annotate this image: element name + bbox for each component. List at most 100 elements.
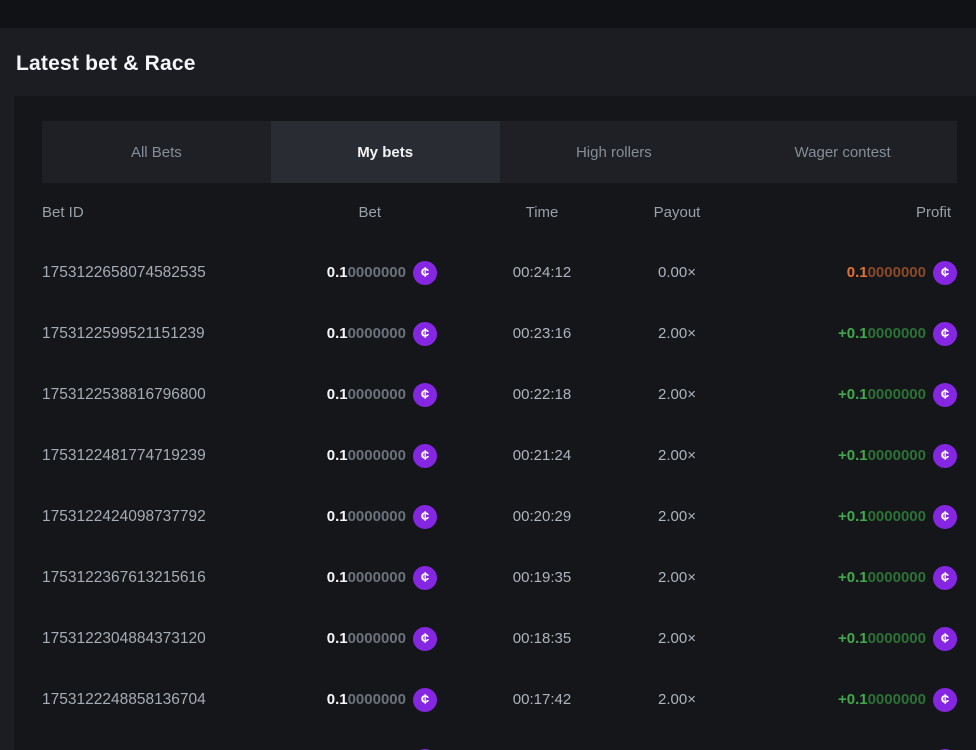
table-row[interactable]: 1753122658074582535 0.10000000 ¢ 00:24:1… — [42, 242, 957, 303]
table-row[interactable]: 1753122304884373120 0.10000000 ¢ 00:18:3… — [42, 608, 957, 669]
profit-cell: +0.10000000 ¢ — [707, 444, 957, 468]
bet-id-cell: 1753122538816796800 — [42, 386, 257, 404]
time-cell: 00:17:42 — [437, 691, 647, 708]
table-row[interactable]: 1753122190476791936 0.10000000 ¢ 00:16:4… — [42, 730, 957, 750]
tab-all-bets-label: All Bets — [131, 144, 182, 161]
bet-amount-cell: 0.10000000 ¢ — [257, 383, 437, 407]
payout-cell: 2.00× — [647, 691, 707, 708]
latest-bets-panel: All Bets My bets High rollers Wager cont… — [14, 96, 976, 750]
payout-cell: 2.00× — [647, 447, 707, 464]
time-cell: 00:24:12 — [437, 264, 647, 281]
bet-amount-cell: 0.10000000 ¢ — [257, 627, 437, 651]
profit-cell: +0.10000000 ¢ — [707, 627, 957, 651]
bets-tabbar: All Bets My bets High rollers Wager cont… — [42, 121, 957, 183]
coin-icon: ¢ — [933, 688, 957, 712]
profit-amount: +0.10000000 — [838, 325, 926, 342]
bet-amount: 0.10000000 — [327, 630, 406, 647]
column-header-bet: Bet — [257, 204, 437, 221]
time-cell: 00:19:35 — [437, 569, 647, 586]
table-header-row: Bet ID Bet Time Payout Profit — [42, 183, 957, 242]
coin-icon: ¢ — [413, 261, 437, 285]
bet-amount: 0.10000000 — [327, 691, 406, 708]
payout-cell: 0.00× — [647, 264, 707, 281]
coin-icon: ¢ — [933, 322, 957, 346]
page-header: Latest bet & Race — [0, 28, 976, 96]
coin-icon: ¢ — [933, 505, 957, 529]
coin-icon: ¢ — [413, 444, 437, 468]
coin-icon: ¢ — [933, 444, 957, 468]
table-row[interactable]: 1753122538816796800 0.10000000 ¢ 00:22:1… — [42, 364, 957, 425]
coin-icon: ¢ — [933, 383, 957, 407]
bet-amount: 0.10000000 — [327, 569, 406, 586]
time-cell: 00:22:18 — [437, 386, 647, 403]
bet-amount: 0.10000000 — [327, 386, 406, 403]
profit-cell: +0.10000000 ¢ — [707, 383, 957, 407]
profit-amount: 0.10000000 — [847, 264, 926, 281]
time-cell: 00:21:24 — [437, 447, 647, 464]
payout-cell: 2.00× — [647, 508, 707, 525]
bet-amount: 0.10000000 — [327, 325, 406, 342]
table-row[interactable]: 1753122367613215616 0.10000000 ¢ 00:19:3… — [42, 547, 957, 608]
tab-all-bets[interactable]: All Bets — [42, 121, 271, 183]
time-cell: 00:23:16 — [437, 325, 647, 342]
coin-icon: ¢ — [933, 627, 957, 651]
bet-amount: 0.10000000 — [327, 447, 406, 464]
profit-amount: +0.10000000 — [838, 508, 926, 525]
bet-id-cell: 1753122248858136704 — [42, 691, 257, 709]
payout-cell: 2.00× — [647, 386, 707, 403]
coin-icon: ¢ — [413, 383, 437, 407]
table-row[interactable]: 1753122481774719239 0.10000000 ¢ 00:21:2… — [42, 425, 957, 486]
bet-amount-cell: 0.10000000 ¢ — [257, 261, 437, 285]
profit-cell: 0.10000000 ¢ — [707, 261, 957, 285]
column-header-time: Time — [437, 204, 647, 221]
bet-amount-cell: 0.10000000 ¢ — [257, 688, 437, 712]
tab-high-rollers[interactable]: High rollers — [500, 121, 729, 183]
column-header-bet-id: Bet ID — [42, 204, 257, 221]
profit-cell: +0.10000000 ¢ — [707, 505, 957, 529]
coin-icon: ¢ — [413, 627, 437, 651]
payout-cell: 2.00× — [647, 630, 707, 647]
tab-wager-contest-label: Wager contest — [795, 144, 891, 161]
page-title: Latest bet & Race — [16, 52, 976, 76]
bet-id-cell: 1753122599521151239 — [42, 325, 257, 343]
coin-icon: ¢ — [933, 566, 957, 590]
coin-icon: ¢ — [413, 322, 437, 346]
bet-amount-cell: 0.10000000 ¢ — [257, 505, 437, 529]
profit-cell: +0.10000000 ¢ — [707, 566, 957, 590]
tab-my-bets-label: My bets — [357, 144, 413, 161]
profit-amount: +0.10000000 — [838, 630, 926, 647]
time-cell: 00:20:29 — [437, 508, 647, 525]
bet-amount: 0.10000000 — [327, 508, 406, 525]
bet-amount: 0.10000000 — [327, 264, 406, 281]
tab-my-bets[interactable]: My bets — [271, 121, 500, 183]
table-body: 1753122658074582535 0.10000000 ¢ 00:24:1… — [42, 242, 957, 750]
tab-wager-contest[interactable]: Wager contest — [728, 121, 957, 183]
bet-id-cell: 1753122367613215616 — [42, 569, 257, 587]
column-header-profit: Profit — [707, 204, 957, 221]
payout-cell: 2.00× — [647, 569, 707, 586]
coin-icon: ¢ — [413, 505, 437, 529]
tab-high-rollers-label: High rollers — [576, 144, 652, 161]
top-strip — [0, 0, 976, 28]
coin-icon: ¢ — [413, 566, 437, 590]
bet-id-cell: 1753122304884373120 — [42, 630, 257, 648]
profit-amount: +0.10000000 — [838, 386, 926, 403]
payout-cell: 2.00× — [647, 325, 707, 342]
bet-id-cell: 1753122481774719239 — [42, 447, 257, 465]
profit-cell: +0.10000000 ¢ — [707, 688, 957, 712]
coin-icon: ¢ — [413, 688, 437, 712]
bet-amount-cell: 0.10000000 ¢ — [257, 322, 437, 346]
bet-amount-cell: 0.10000000 ¢ — [257, 566, 437, 590]
bet-id-cell: 1753122424098737792 — [42, 508, 257, 526]
bet-id-cell: 1753122658074582535 — [42, 264, 257, 282]
table-row[interactable]: 1753122599521151239 0.10000000 ¢ 00:23:1… — [42, 303, 957, 364]
profit-amount: +0.10000000 — [838, 691, 926, 708]
coin-icon: ¢ — [933, 261, 957, 285]
profit-amount: +0.10000000 — [838, 569, 926, 586]
profit-amount: +0.10000000 — [838, 447, 926, 464]
table-row[interactable]: 1753122248858136704 0.10000000 ¢ 00:17:4… — [42, 669, 957, 730]
column-header-payout: Payout — [647, 204, 707, 221]
time-cell: 00:18:35 — [437, 630, 647, 647]
table-row[interactable]: 1753122424098737792 0.10000000 ¢ 00:20:2… — [42, 486, 957, 547]
bet-amount-cell: 0.10000000 ¢ — [257, 444, 437, 468]
